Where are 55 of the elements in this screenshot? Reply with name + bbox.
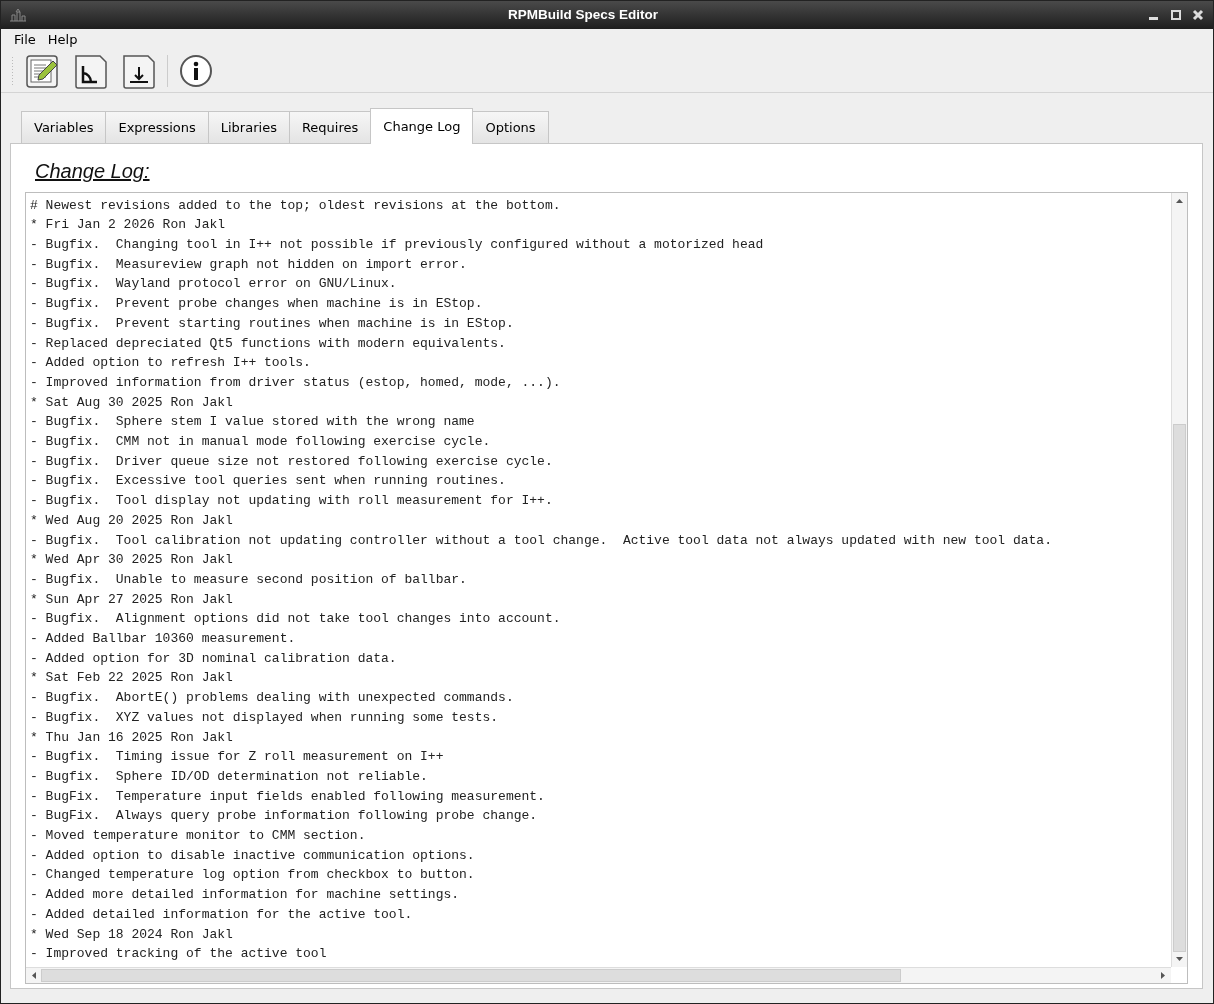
log-line: * Sun Apr 27 2025 Ron Jakl <box>30 590 234 609</box>
log-line: - Bugfix. Timing issue for Z roll measurement on I++ <box>30 748 445 767</box>
log-line: - Added option to disable inactive communication options. <box>30 846 476 865</box>
log-line: - BugFix. Temperature input fields enabled following measurement. <box>30 787 546 806</box>
log-line: - Bugfix. Unable to measure second position of ballbar. <box>30 570 468 589</box>
log-line: - Bugfix. Sphere stem I value stored with the wrong name <box>30 413 476 432</box>
menu-item[interactable]: File <box>9 28 41 51</box>
tab[interactable]: Requires <box>288 111 372 143</box>
log-line: - Added detailed information for the active tool. <box>30 905 414 924</box>
log-line: - Bugfix. Prevent probe changes when machine is in EStop. <box>30 295 484 314</box>
log-line: - Bugfix. Wayland protocol error on GNU/Linux. <box>30 275 398 294</box>
log-line: - Improved information from driver status (estop, homed, mode, ...). <box>30 373 562 392</box>
scrollbar-thumb[interactable] <box>41 969 901 982</box>
log-line: - Bugfix. Tool display not updating with roll measurement for I++. <box>30 492 554 511</box>
tab[interactable]: Change Log <box>370 108 474 144</box>
close-icon[interactable] <box>1191 7 1205 22</box>
log-line: - Bugfix. Sphere ID/OD determination not reliable. <box>30 767 429 786</box>
log-line: - Changed temperature log option from checkbox to button. <box>30 866 476 885</box>
log-line: - Bugfix. AbortE() problems dealing with unexpected commands. <box>30 689 515 708</box>
log-line: - Added option to refresh I++ tools. <box>30 354 312 373</box>
log-line: - Bugfix. Alignment options did not take tool changes into account. <box>30 610 562 629</box>
section-heading: Change Log: <box>35 158 151 184</box>
log-line: - Improved tracking of the active tool <box>30 945 328 964</box>
tab[interactable]: Libraries <box>207 111 290 143</box>
log-line: - Moved temperature monitor to CMM section. <box>30 827 367 846</box>
log-line: - Bugfix. Changing tool in I++ not possible if previously configured without a motorized head <box>30 236 765 254</box>
window-title: RPMBuild Specs Editor <box>507 5 659 24</box>
log-line: - Added more detailed information for machine settings. <box>30 886 461 905</box>
log-line: - Bugfix. Excessive tool queries sent when running routines. <box>30 472 507 491</box>
log-line: * Wed Sep 18 2024 Ron Jakl <box>30 925 234 944</box>
log-line: - Replaced depreciated Qt5 functions with modern equivalents. <box>30 334 507 353</box>
log-line: - Bugfix. Driver queue size not restored following exercise cycle. <box>30 452 554 471</box>
app-icon <box>9 7 27 22</box>
log-line: * Sat Aug 30 2025 Ron Jakl <box>30 393 234 412</box>
tab[interactable]: Options <box>472 111 549 143</box>
log-line: # Newest revisions added to the top; oldest revisions at the bottom. <box>30 196 562 215</box>
maximize-icon[interactable] <box>1169 7 1183 22</box>
log-line: * Wed Aug 20 2025 Ron Jakl <box>30 511 234 530</box>
log-text-area[interactable] <box>25 191 1188 984</box>
log-line: * Fri Jan 2 2026 Ron Jakl <box>30 216 227 235</box>
log-line: - Bugfix. Prevent starting routines when machine is in EStop. <box>30 314 515 333</box>
log-line: * Sat Feb 22 2025 Ron Jakl <box>30 669 234 688</box>
log-line: - Added option for 3D nominal calibration data. <box>30 649 398 668</box>
log-line: - Added Ballbar 10360 measurement. <box>30 630 297 649</box>
log-line: - Bugfix. Measureview graph not hidden on import error. <box>30 255 468 274</box>
log-line: * Thu Jan 16 2025 Ron Jakl <box>30 728 234 747</box>
log-line: - Bugfix. CMM not in manual mode following exercise cycle. <box>30 433 492 451</box>
scrollbar-thumb[interactable] <box>1173 423 1186 952</box>
tab[interactable]: Expressions <box>105 111 209 143</box>
log-line: - Bugfix. Tool calibration not updating controller without a tool change. Active tool data not always updated with new tool data. <box>30 531 1053 550</box>
tab[interactable]: Variables <box>21 111 107 143</box>
menu-item[interactable]: Help <box>42 28 83 51</box>
log-line: * Wed Apr 30 2025 Ron Jakl <box>30 551 234 570</box>
log-line: - Bugfix. XYZ values not displayed when running some tests. <box>30 708 500 727</box>
log-line: - BugFix. Always query probe information following probe change. <box>30 807 539 826</box>
